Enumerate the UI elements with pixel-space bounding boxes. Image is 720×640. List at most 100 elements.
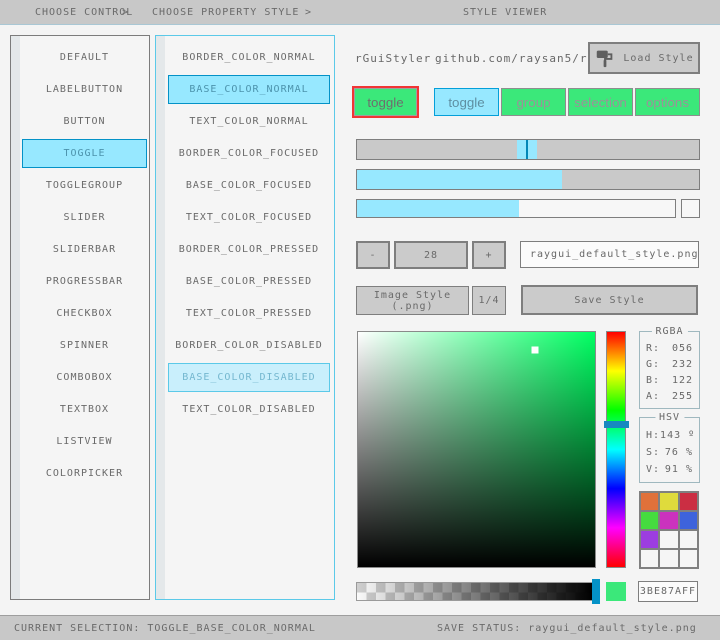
alpha-handle[interactable] [592,579,600,604]
preview-toggle-selected-button[interactable]: toggle [434,88,499,116]
hsv-rows: H:143 º S:76 % V:91 % [640,427,699,478]
controls-listview: DEFAULT LABELBUTTON BUTTON TOGGLE TOGGLEGROU… [10,35,150,600]
palette-swatch[interactable] [641,531,658,548]
hex-color-input[interactable]: 3BE87AFF [638,581,698,602]
preview-selection-button[interactable]: selection [568,88,633,116]
app-brand-label: rGuiStyler [355,52,431,65]
property-item-text_color_pressed[interactable]: TEXT_COLOR_PRESSED [168,299,330,328]
control-item-textbox[interactable]: TEXTBOX [22,395,147,424]
rgba-row-g: G:232 [640,357,699,373]
spinner-decrement-button[interactable]: - [356,241,390,269]
palette-swatch[interactable] [680,493,697,510]
load-style-button[interactable]: Load Style [588,42,700,74]
alpha-slider [356,579,601,604]
property-item-text_color_normal[interactable]: TEXT_COLOR_NORMAL [168,107,330,136]
current-color-swatch [606,582,626,601]
controls-list: DEFAULT LABELBUTTON BUTTON TOGGLE TOGGLEGROU… [11,36,149,491]
slider-handle[interactable] [517,140,537,159]
rgba-label-r: R: [646,341,660,357]
control-item-togglegroup[interactable]: TOGGLEGROUP [22,171,147,200]
paint-roller-icon [594,47,616,69]
save-style-button[interactable]: Save Style [521,285,698,315]
preview-sliderbar[interactable] [356,169,700,190]
control-item-checkbox[interactable]: CHECKBOX [22,299,147,328]
control-item-spinner[interactable]: SPINNER [22,331,147,360]
progressbar-fill [357,200,519,217]
palette-swatch[interactable] [660,550,677,567]
palette-swatch[interactable] [660,493,677,510]
hsv-value-v: 91 % [665,461,693,478]
control-item-button[interactable]: BUTTON [22,107,147,136]
hsv-value-s: 76 % [665,444,693,461]
rgba-row-a: A:255 [640,389,699,405]
rgba-title: RGBA [651,326,687,337]
palette-swatch[interactable] [680,512,697,529]
property-item-base_color_disabled[interactable]: BASE_COLOR_DISABLED [168,363,330,392]
palette-swatch[interactable] [680,550,697,567]
chevron-right-icon: > [122,7,129,18]
property-item-border_color_pressed[interactable]: BORDER_COLOR_PRESSED [168,235,330,264]
spinner-increment-button[interactable]: + [472,241,506,269]
control-item-default[interactable]: DEFAULT [22,43,147,72]
control-item-listview[interactable]: LISTVIEW [22,427,147,456]
property-item-text_color_disabled[interactable]: TEXT_COLOR_DISABLED [168,395,330,424]
rgba-value-a: 255 [672,389,693,405]
step-choose-control: CHOOSE CONTROL [35,7,133,18]
preview-checkbox[interactable] [681,199,700,218]
chevron-right-icon: > [305,7,312,18]
property-item-text_color_focused[interactable]: TEXT_COLOR_FOCUSED [168,203,330,232]
hsv-title: HSV [655,412,684,423]
preview-progressbar [356,199,676,218]
control-item-toggle[interactable]: TOGGLE [22,139,147,168]
rgba-row-b: B:122 [640,373,699,389]
property-item-base_color_focused[interactable]: BASE_COLOR_FOCUSED [168,171,330,200]
preview-options-button[interactable]: options [635,88,700,116]
hue-bar[interactable] [606,331,626,568]
properties-listview: BORDER_COLOR_NORMAL BASE_COLOR_NORMAL TEXT… [155,35,335,600]
rgba-groupbox: RGBA R:056 G:232 B:122 A:255 [639,331,700,409]
hsv-groupbox: HSV H:143 º S:76 % V:91 % [639,417,700,483]
hsv-value-h: 143 º [660,427,695,444]
control-item-colorpicker[interactable]: COLORPICKER [22,459,147,488]
palette-swatch[interactable] [641,550,658,567]
rgba-value-g: 232 [672,357,693,373]
property-item-border_color_focused[interactable]: BORDER_COLOR_FOCUSED [168,139,330,168]
hsv-label-v: V: [646,461,660,478]
sliderbar-fill [357,170,562,189]
alpha-bar[interactable] [356,582,593,601]
property-item-base_color_pressed[interactable]: BASE_COLOR_PRESSED [168,267,330,296]
hsv-row-v: V: 91 % [640,461,699,478]
ratio-label: 1/4 [472,286,506,315]
preview-group-button[interactable]: group [501,88,566,116]
property-item-base_color_normal[interactable]: BASE_COLOR_NORMAL [168,75,330,104]
load-style-label: Load Style [623,53,693,64]
rgba-rows: R:056 G:232 B:122 A:255 [640,341,699,405]
rgba-value-b: 122 [672,373,693,389]
spinner-value: 28 [394,241,468,269]
preview-slider[interactable] [356,139,700,160]
control-item-progressbar[interactable]: PROGRESSBAR [22,267,147,296]
palette-swatch[interactable] [641,512,658,529]
current-selection-status: CURRENT SELECTION: TOGGLE_BASE_COLOR_NOR… [14,623,316,634]
color-picker-sv-area[interactable] [357,331,596,568]
slider-handle-line [526,140,528,159]
property-item-border_color_disabled[interactable]: BORDER_COLOR_DISABLED [168,331,330,360]
hue-slider [604,331,629,568]
sv-cursor[interactable] [531,346,538,353]
image-style-button[interactable]: Image Style (.png) [356,286,469,315]
rgba-row-r: R:056 [640,341,699,357]
palette-swatch[interactable] [641,493,658,510]
preview-toggle-button[interactable]: toggle [354,88,417,116]
control-item-labelbutton[interactable]: LABELBUTTON [22,75,147,104]
filename-input[interactable]: raygui_default_style.png [520,241,699,268]
hsv-label-s: S: [646,444,660,461]
hue-handle[interactable] [604,421,629,428]
status-bar: CURRENT SELECTION: TOGGLE_BASE_COLOR_NOR… [0,615,720,640]
palette-swatch[interactable] [660,512,677,529]
control-item-slider[interactable]: SLIDER [22,203,147,232]
control-item-combobox[interactable]: COMBOBOX [22,363,147,392]
palette-swatch[interactable] [680,531,697,548]
palette-swatch[interactable] [660,531,677,548]
control-item-sliderbar[interactable]: SLIDERBAR [22,235,147,264]
property-item-border_color_normal[interactable]: BORDER_COLOR_NORMAL [168,43,330,72]
